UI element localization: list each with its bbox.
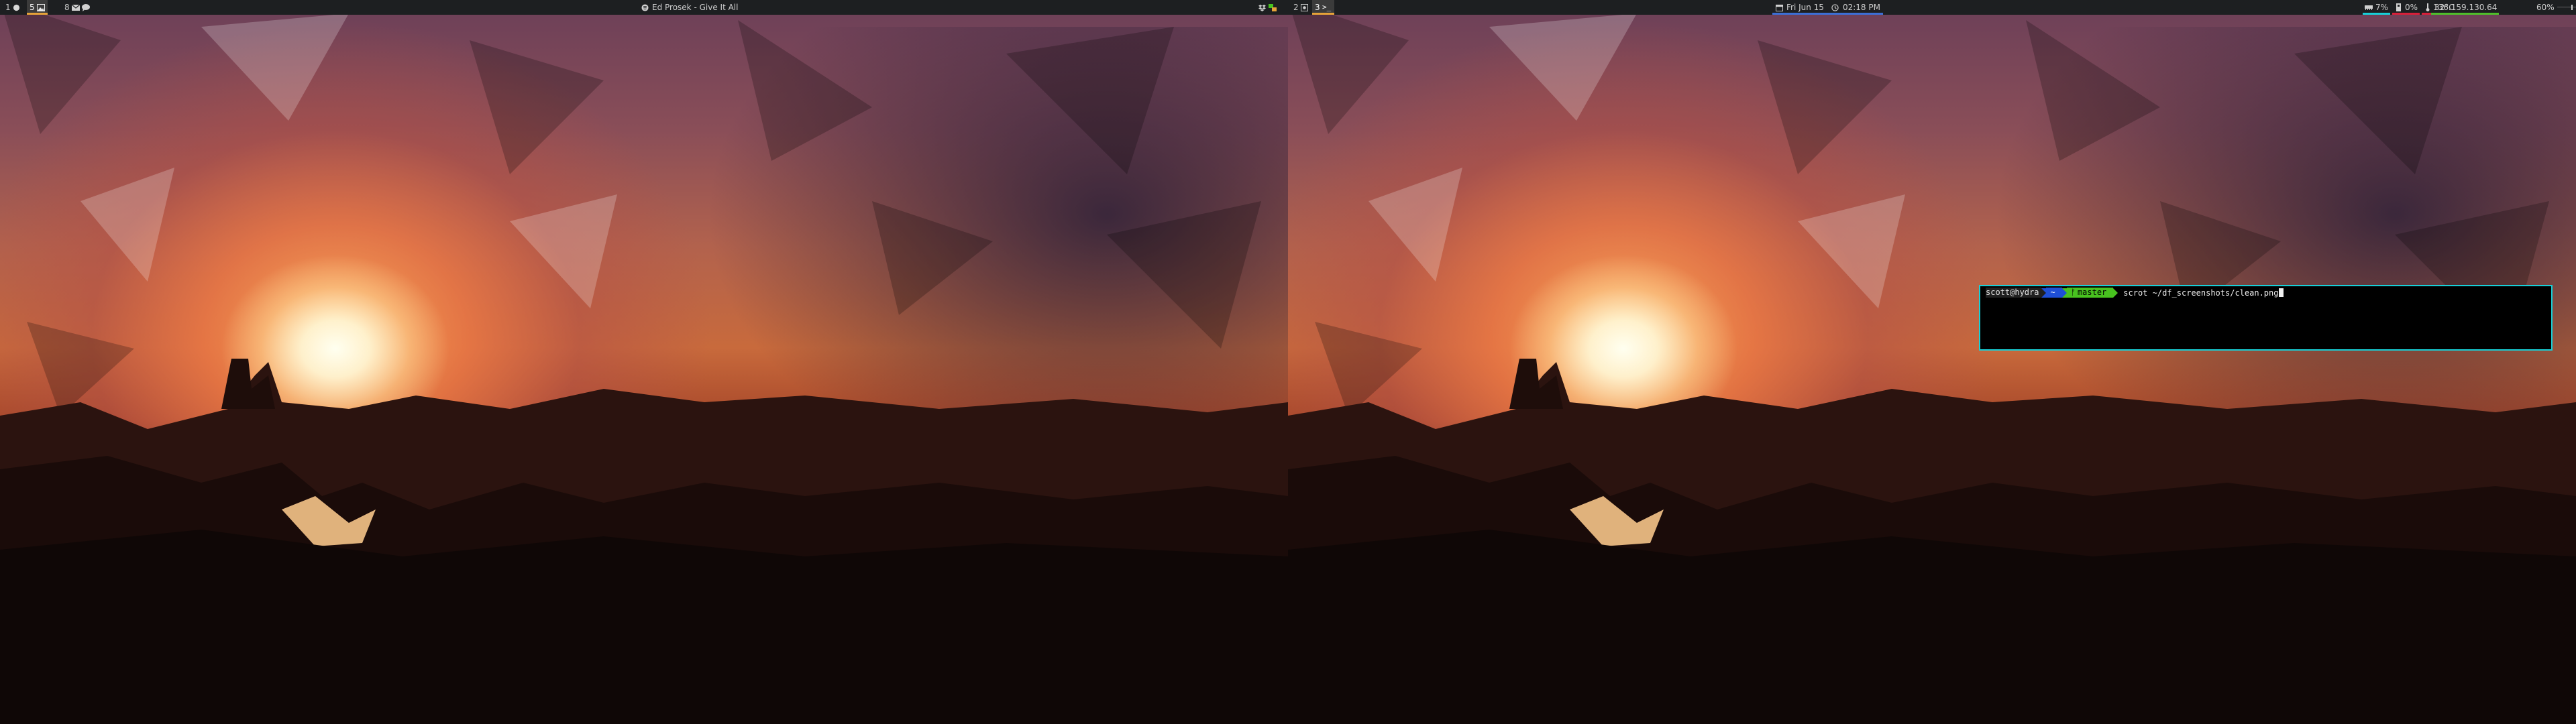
cpu-value: 0% [2405,3,2418,12]
workspace-label: 8 [64,3,70,12]
workspace-label: 1 [5,3,11,12]
workspace-label: 2 [1293,3,1299,12]
workspace-label: 3 [1315,3,1320,12]
music-player-icon [641,3,649,11]
cpu-module[interactable]: 0% [2392,0,2420,15]
left-monitor: 1 5 8 Ed Prosek - Give It All [0,0,1288,724]
wallpaper [0,0,1288,724]
network-module[interactable]: 136.159.130.64 [2431,0,2499,15]
app-icon [1301,3,1309,11]
now-playing-text: Ed Prosek - Give It All [652,3,739,12]
volume-module[interactable]: 60% [2534,0,2576,15]
prompt-path: ~ [2046,288,2062,298]
memory-icon [2365,3,2373,11]
workspace-3[interactable]: 3 >_ [1312,0,1334,15]
prompt-path-text: ~ [2050,288,2055,297]
git-branch-icon: ᚠ [2070,288,2076,297]
network-icon[interactable] [1269,3,1277,11]
terminal-cursor [2279,288,2284,297]
top-bar-right: 2 3 >_ Fri Jun 15 02:18 PM 7% 0% 32°C 13… [1288,0,2576,15]
memory-module[interactable]: 7% [2363,0,2390,15]
workspace-2[interactable]: 2 [1291,0,1311,15]
prompt-user-host: scott@hydra [1986,288,2042,298]
prompt-git: ᚠ master [2066,288,2114,298]
volume-value: 60% [2536,3,2555,12]
workspace-label: 5 [30,3,35,12]
clock-icon [1831,3,1839,11]
tray [1256,0,1279,15]
volume-knob[interactable] [2571,5,2573,10]
top-bar-left: 1 5 8 Ed Prosek - Give It All [0,0,1288,15]
workspace-1[interactable]: 1 [3,0,23,15]
chat-icon [81,3,90,11]
terminal-command: scrot ~/df_screenshots/clean.png [2123,288,2279,298]
date-text: Fri Jun 15 [1786,3,1824,12]
clock[interactable]: Fri Jun 15 02:18 PM [1772,0,1883,15]
cpu-icon [2394,3,2402,11]
time-text: 02:18 PM [1842,3,1880,12]
now-playing[interactable]: Ed Prosek - Give It All [641,0,738,15]
terminal-window[interactable]: scott@hydra ~ ᚠ master scrot ~/df_screen… [1979,285,2553,351]
ip-address: 136.159.130.64 [2433,3,2498,12]
firefox-icon [13,3,21,11]
prompt-git-branch: master [2077,288,2107,297]
memory-value: 7% [2375,3,2389,12]
dropbox-icon[interactable] [1258,3,1266,11]
shell-prompt: scott@hydra ~ ᚠ master scrot ~/df_screen… [1986,288,2284,298]
workspace-8[interactable]: 8 [62,0,93,15]
calendar-icon [1775,3,1783,11]
workspace-5[interactable]: 5 [27,0,48,15]
right-monitor: 2 3 >_ Fri Jun 15 02:18 PM 7% 0% 32°C 13… [1288,0,2576,724]
wallpaper [1288,0,2576,724]
mail-icon [71,3,80,11]
volume-slider[interactable] [2557,5,2576,10]
image-viewer-icon [36,3,45,11]
terminal-icon: >_ [1322,3,1332,11]
